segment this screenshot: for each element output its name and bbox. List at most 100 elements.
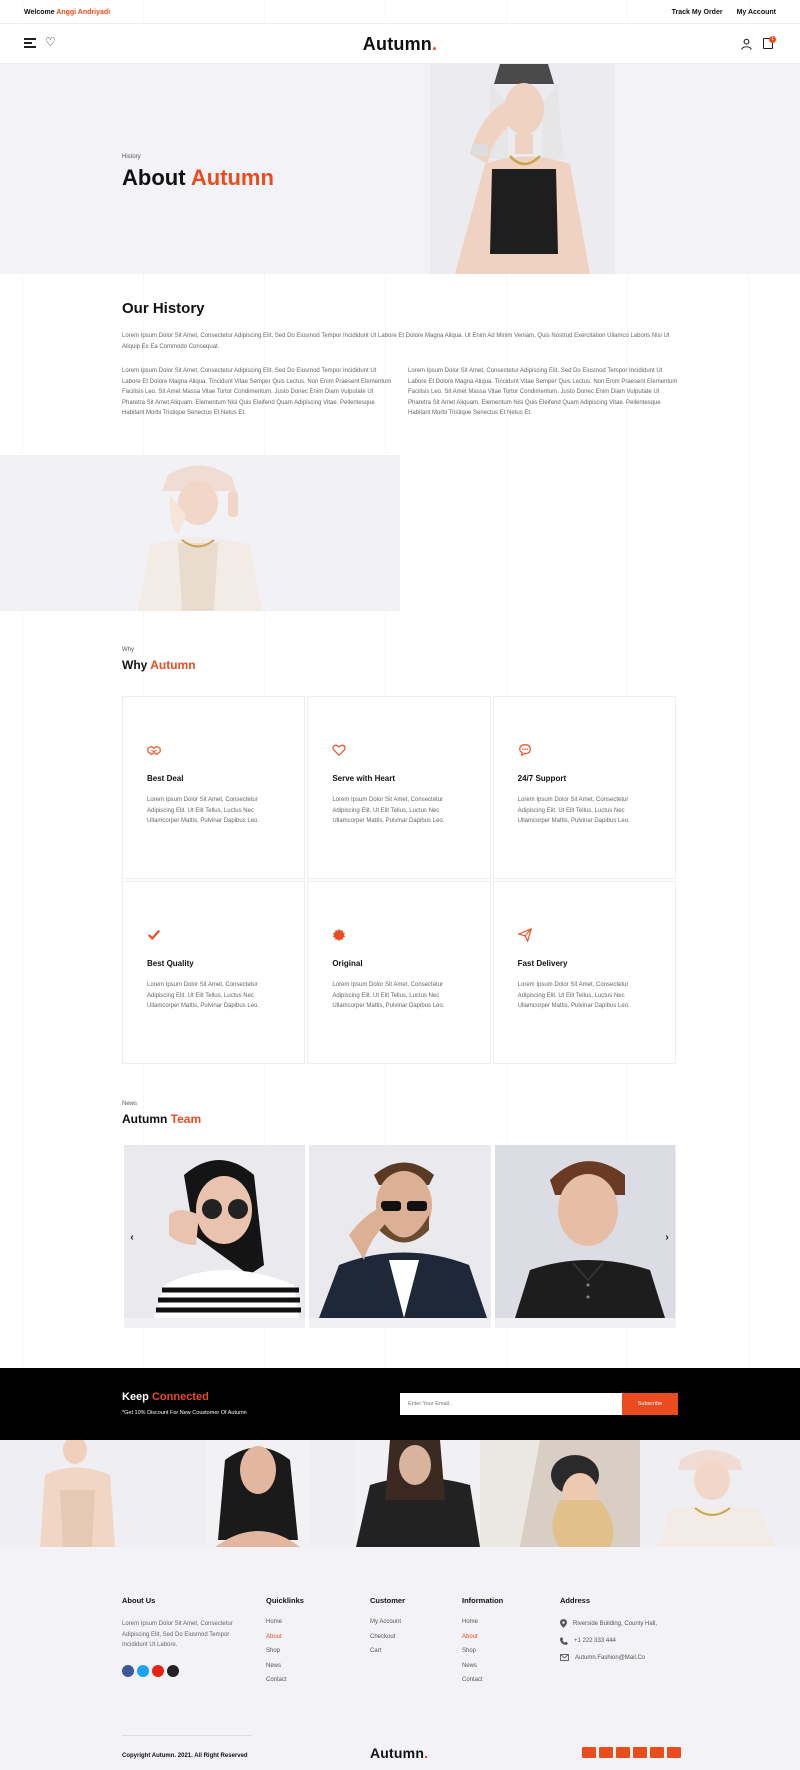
chat-icon: [518, 744, 531, 757]
feature-text: Lorem Ipsum Dolor Sit Amet, Consectetur …: [147, 797, 260, 824]
feature-card: Serve with Heart Lorem Ipsum Dolor Sit A…: [307, 696, 491, 879]
history-intro: Lorem Ipsum Dolor Sit Amet, Consectetur …: [122, 333, 670, 350]
footer-quicklinks-title: Quicklinks: [266, 1596, 304, 1605]
heart-icon[interactable]: ♡: [45, 35, 56, 49]
paper-plane-icon: [516, 927, 532, 943]
user-name[interactable]: Anggi Andriyadi: [56, 9, 110, 16]
footer-link-contact[interactable]: Contact: [266, 1677, 304, 1683]
footer-about: About Us Lorem Ipsum Dolor Sit Amet, Con…: [122, 1596, 252, 1677]
logo-text: Autumn: [362, 34, 432, 54]
heart-icon: [332, 744, 346, 757]
footer-information: Information Home About Shop News Contact: [462, 1596, 503, 1692]
team-member-card[interactable]: [309, 1145, 491, 1328]
footer-customer: Customer My Account Checkout Cart: [370, 1596, 405, 1663]
check-icon: [148, 929, 161, 941]
footer-address: Address Riverside Building, County Hall,…: [560, 1596, 657, 1670]
footer-info-shop[interactable]: Shop: [462, 1648, 503, 1654]
feature-title: Best Quality: [147, 959, 194, 968]
history-column-2: Lorem Ipsum Dolor Sit Amet, Consectetur …: [408, 368, 678, 416]
newsletter-email-input[interactable]: [400, 1393, 622, 1415]
footer-link-my-account[interactable]: My Account: [370, 1619, 405, 1625]
newsletter-section: Keep Connected *Get 10% Discount For New…: [0, 1368, 800, 1440]
subscribe-button[interactable]: Subscribe: [622, 1393, 678, 1415]
footer-logo-dot: .: [424, 1745, 429, 1761]
phone-row: +1 222 333 444: [560, 1637, 657, 1645]
site-logo[interactable]: Autumn.: [363, 34, 437, 55]
team-member-card[interactable]: [124, 1145, 306, 1328]
feature-card: Fast Delivery Lorem Ipsum Dolor Sit Amet…: [492, 881, 676, 1064]
footer-link-checkout[interactable]: Checkout: [370, 1634, 405, 1640]
welcome-message: Welcome Anggi Andriyadi: [24, 9, 110, 16]
facebook-icon[interactable]: [122, 1664, 134, 1677]
footer-logo[interactable]: Autumn.: [370, 1745, 428, 1761]
track-order-link[interactable]: Track My Order: [672, 9, 723, 16]
payment-methods: [582, 1747, 681, 1758]
history-column-1: Lorem Ipsum Dolor Sit Amet, Consectetur …: [122, 368, 392, 416]
footer-link-news[interactable]: News: [266, 1663, 304, 1669]
logo-dot: .: [431, 34, 438, 54]
footer-info-about[interactable]: About: [462, 1634, 503, 1640]
footer-info-home[interactable]: Home: [462, 1619, 503, 1625]
phone-icon: [560, 1637, 568, 1645]
twitter-icon[interactable]: [137, 1664, 149, 1677]
team-subtitle: News: [122, 1101, 138, 1107]
carousel-next-button[interactable]: ›: [661, 1232, 673, 1244]
team-title-accent: Team: [170, 1112, 202, 1126]
badge-icon: [333, 928, 346, 942]
feature-card: Best Quality Lorem Ipsum Dolor Sit Amet,…: [122, 881, 306, 1064]
history-image: [0, 455, 400, 611]
why-title-accent: Autumn: [150, 658, 196, 672]
feature-text: Lorem Ipsum Dolor Sit Amet, Consectetur …: [332, 797, 445, 824]
email-row: Autumn.Fashion@Mail.Co: [560, 1654, 657, 1661]
footer-link-home[interactable]: Home: [266, 1619, 304, 1625]
copyright: Copyright Autumn. 2021. All Right Reserv…: [122, 1753, 248, 1759]
youtube-icon[interactable]: [152, 1664, 164, 1677]
team-carousel: [124, 1145, 676, 1328]
mail-icon: [560, 1654, 569, 1661]
footer: About Us Lorem Ipsum Dolor Sit Amet, Con…: [0, 1547, 800, 1770]
team-member-photo: [124, 1145, 304, 1318]
hero-model-image: [430, 64, 615, 274]
feature-card: 24/7 Support Lorem Ipsum Dolor Sit Amet,…: [492, 696, 676, 879]
feature-title: 24/7 Support: [517, 774, 567, 783]
footer-about-text: Lorem Ipsum Dolor Sit Amet, Consectetur …: [122, 1621, 233, 1648]
email-text[interactable]: Autumn.Fashion@Mail.Co: [575, 1655, 645, 1661]
social-links: [122, 1664, 252, 1677]
main-header: ♡ Autumn. 1: [0, 24, 800, 64]
location-pin-icon: [560, 1619, 567, 1628]
user-icon[interactable]: [741, 38, 752, 50]
gallery-photo-2: [205, 1440, 310, 1547]
hero-banner: History About Autumn: [0, 64, 800, 274]
feature-title: Original: [332, 959, 363, 968]
top-bar: Welcome Anggi Andriyadi Track My Order M…: [0, 0, 800, 24]
team-member-card[interactable]: [494, 1145, 676, 1328]
menu-icon[interactable]: [24, 38, 36, 48]
footer-address-title: Address: [560, 1596, 591, 1605]
footer-info-news[interactable]: News: [462, 1663, 503, 1669]
footer-link-cart[interactable]: Cart: [370, 1648, 405, 1654]
why-title: Why Autumn: [122, 658, 196, 672]
carousel-prev-button[interactable]: ‹: [126, 1232, 138, 1244]
my-account-link[interactable]: My Account: [737, 9, 776, 16]
instagram-gallery: [0, 1440, 800, 1547]
footer-link-about[interactable]: About: [266, 1634, 304, 1640]
phone-text[interactable]: +1 222 333 444: [574, 1638, 616, 1644]
cart-count-badge: 1: [769, 36, 776, 43]
footer-about-title: About Us: [122, 1596, 156, 1605]
address-row: Riverside Building, County Hall,: [560, 1619, 657, 1628]
team-title: Autumn Team: [122, 1112, 201, 1126]
gallery-photo-3: [356, 1440, 480, 1547]
payment-icon: [650, 1747, 664, 1758]
why-subtitle: Why: [122, 647, 134, 653]
newsletter-title-main: Keep: [122, 1391, 149, 1403]
footer-information-title: Information: [462, 1596, 504, 1605]
payment-icon: [599, 1747, 613, 1758]
footer-customer-title: Customer: [370, 1596, 406, 1605]
footer-info-contact[interactable]: Contact: [462, 1677, 503, 1683]
feature-title: Best Deal: [147, 774, 184, 783]
instagram-icon[interactable]: [167, 1664, 179, 1677]
team-title-main: Autumn: [122, 1112, 168, 1126]
handshake-icon: [147, 745, 161, 756]
footer-link-shop[interactable]: Shop: [266, 1648, 304, 1654]
history-title: Our History: [122, 300, 205, 317]
